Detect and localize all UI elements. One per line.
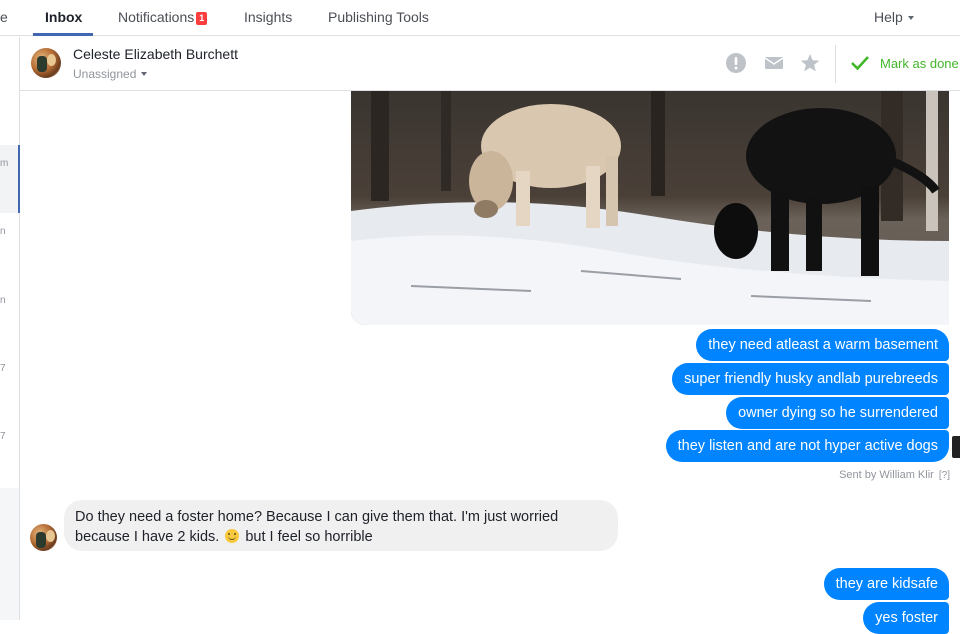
shared-photo[interactable]: [351, 91, 949, 325]
notifications-badge: 1: [196, 12, 208, 25]
envelope-icon[interactable]: [763, 52, 785, 74]
message-text: but I feel so horrible: [245, 529, 373, 545]
alert-icon[interactable]: [725, 52, 747, 74]
message-bubble-outgoing[interactable]: yes foster: [863, 602, 949, 634]
tab-insights[interactable]: Insights: [244, 9, 292, 25]
assignment-dropdown[interactable]: Unassigned: [73, 67, 148, 81]
sent-by-text: Sent by William Klir: [839, 469, 934, 481]
mark-as-done-label: Mark as done: [880, 55, 959, 71]
list-item-fragment[interactable]: m: [0, 158, 8, 169]
conversation-list-item-selected[interactable]: [0, 145, 19, 213]
tab-notifications[interactable]: Notifications 1: [118, 9, 208, 25]
selected-indicator: [18, 145, 20, 213]
chevron-down-icon: [907, 16, 914, 20]
message-bubble-outgoing[interactable]: they are kidsafe: [823, 568, 949, 600]
avatar[interactable]: [31, 48, 61, 78]
sent-by-help-link[interactable]: [?]: [939, 470, 950, 481]
top-navigation: e Inbox Notifications 1 Insights Publishi…: [0, 0, 960, 36]
list-item-fragment[interactable]: 7: [0, 431, 6, 442]
message-line: Do they need a foster home? Because I ca…: [75, 509, 559, 525]
conversation-header: Celeste Elizabeth Burchett Unassigned Ma…: [20, 37, 960, 91]
message-line: because I have 2 kids. but I feel so hor…: [75, 527, 606, 547]
sent-by-label: Sent by William Klir [?]: [839, 469, 950, 481]
nav-item-cut[interactable]: e: [0, 9, 8, 25]
list-footer: [0, 488, 19, 620]
list-item-fragment[interactable]: n: [0, 295, 6, 306]
star-icon[interactable]: [799, 52, 821, 74]
list-item-fragment[interactable]: n: [0, 226, 6, 237]
tab-publishing-tools[interactable]: Publishing Tools: [328, 9, 429, 25]
message-bubble-incoming[interactable]: Do they need a foster home? Because I ca…: [64, 500, 618, 551]
message-bubble-outgoing[interactable]: they need atleast a warm basement: [696, 329, 949, 361]
smile-emoji-icon: [225, 529, 240, 543]
tab-inbox[interactable]: Inbox: [45, 9, 82, 25]
list-item-fragment[interactable]: 7: [0, 363, 6, 374]
tab-active-indicator: [33, 33, 93, 36]
avatar[interactable]: [30, 524, 57, 551]
chevron-down-icon: [141, 72, 148, 76]
contact-name[interactable]: Celeste Elizabeth Burchett: [73, 46, 238, 62]
message-bubble-outgoing[interactable]: super friendly husky andlab purebreeds: [672, 363, 949, 395]
message-bubble-outgoing[interactable]: they listen and are not hyper active dog…: [665, 430, 949, 462]
tab-notifications-label: Notifications: [118, 9, 195, 25]
checkmark-icon: [851, 56, 869, 71]
message-bubble-outgoing[interactable]: owner dying so he surrendered: [726, 397, 949, 429]
mouse-cursor: [952, 436, 960, 458]
header-divider: [835, 45, 836, 83]
assignment-label: Unassigned: [73, 67, 137, 81]
conversation-list: m n n 7 7: [0, 37, 20, 620]
help-label: Help: [874, 9, 903, 25]
mark-as-done-button[interactable]: Mark as done: [850, 52, 959, 74]
help-menu[interactable]: Help: [874, 9, 914, 25]
message-text: because I have 2 kids.: [75, 529, 220, 545]
